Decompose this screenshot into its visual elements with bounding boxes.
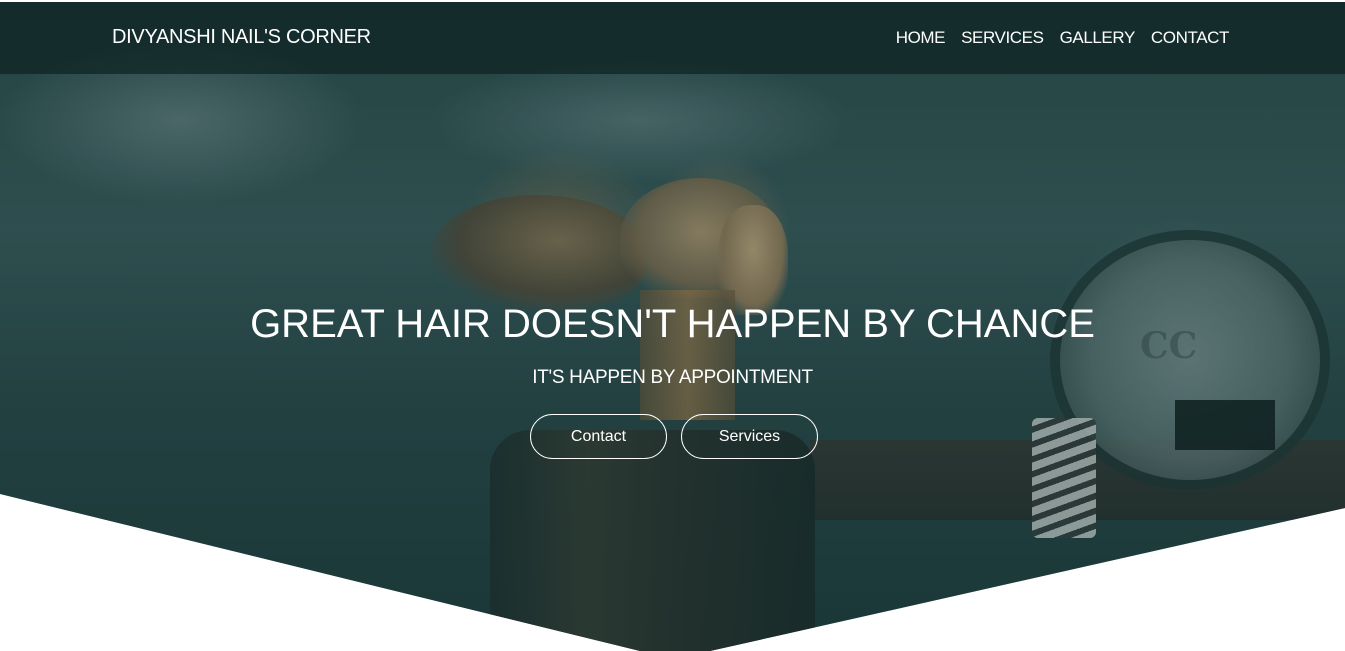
brand-logo[interactable]: DIVYANSHI NAIL'S CORNER <box>112 26 371 49</box>
contact-button[interactable]: Contact <box>530 414 667 459</box>
page: CC DIVYANSHI NAIL'S CORNER HOME SERVICES… <box>0 0 1345 651</box>
nav-link-home[interactable]: HOME <box>896 28 946 48</box>
nav-link-contact[interactable]: CONTACT <box>1151 28 1230 48</box>
main-nav: HOME SERVICES GALLERY CONTACT <box>896 28 1230 48</box>
hero-buttons: Contact Services <box>530 414 818 459</box>
nav-link-services[interactable]: SERVICES <box>961 28 1044 48</box>
hero-headline: GREAT HAIR DOESN'T HAPPEN BY CHANCE <box>250 302 1095 346</box>
hero-subheadline: IT'S HAPPEN BY APPOINTMENT <box>532 367 813 388</box>
nav-link-gallery[interactable]: GALLERY <box>1060 28 1136 48</box>
navbar: DIVYANSHI NAIL'S CORNER HOME SERVICES GA… <box>0 0 1345 74</box>
services-button[interactable]: Services <box>681 414 818 459</box>
